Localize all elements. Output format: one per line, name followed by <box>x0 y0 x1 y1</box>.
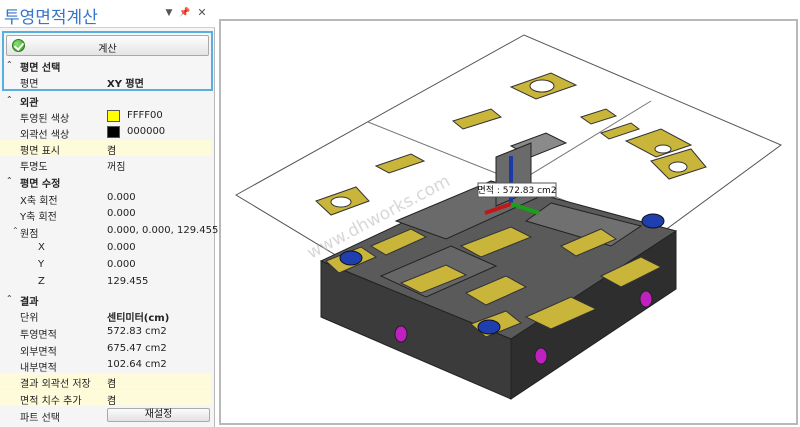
save-outline-value[interactable]: 켬 <box>107 375 116 390</box>
origin-x-value[interactable]: 0.000 <box>107 242 136 253</box>
collapse-icon[interactable]: ⌃ <box>6 60 13 69</box>
row-origin-x[interactable]: X 0.000 <box>0 240 211 256</box>
row-origin-z[interactable]: Z 129.455 <box>0 274 211 290</box>
floating-plate-hole <box>654 144 672 154</box>
row-label: 원점 <box>20 229 39 240</box>
origin-y-value[interactable]: 0.000 <box>107 259 136 270</box>
projected-area-value: 572.83 cm2 <box>107 326 167 337</box>
transparency-value[interactable]: 꺼짐 <box>107 158 125 173</box>
mold-model-scene[interactable]: 면적 : 572.83 cm2 www.dhworks.com <box>221 21 796 423</box>
row-label: 투영된 색상 <box>20 114 70 125</box>
add-dimension-value[interactable]: 켬 <box>107 392 116 407</box>
section-label: 외관 <box>20 98 39 109</box>
area-label: 면적 : 572.83 cm2 <box>477 184 556 196</box>
floating-plate <box>374 153 426 174</box>
row-transparency[interactable]: 투명도 꺼짐 <box>0 156 211 173</box>
magenta-hole <box>639 290 653 308</box>
pin-icon[interactable]: 📌 <box>179 8 191 18</box>
section-plane-select[interactable]: ⌃ 평면 선택 <box>0 57 211 74</box>
collapse-icon[interactable]: ⌃ <box>6 294 13 303</box>
dropdown-icon[interactable]: ▼ <box>163 8 175 18</box>
row-x-rotation[interactable]: X축 회전 0.000 <box>0 190 211 207</box>
section-label: 평면 수정 <box>20 179 61 190</box>
row-inner-area: 내부면적 102.64 cm2 <box>0 357 211 374</box>
section-label: 결과 <box>20 297 39 308</box>
row-label: 결과 외곽선 저장 <box>20 379 91 390</box>
collapse-icon[interactable]: ⌃ <box>6 95 13 104</box>
projected-color-value: FFFF00 <box>127 110 163 121</box>
collapse-icon[interactable]: ⌃ <box>12 226 19 235</box>
origin-z-value[interactable]: 129.455 <box>107 276 148 287</box>
x-rotation-value[interactable]: 0.000 <box>107 192 136 203</box>
row-label: Z <box>38 276 45 287</box>
row-label: 평면 표시 <box>20 146 60 157</box>
row-unit[interactable]: 단위 센티미터(cm) <box>0 307 211 324</box>
row-outer-area: 외부면적 675.47 cm2 <box>0 341 211 358</box>
origin-value[interactable]: 0.000, 0.000, 129.455 <box>107 225 218 236</box>
row-plane-display[interactable]: 평면 표시 켬 <box>0 140 211 157</box>
y-rotation-value[interactable]: 0.000 <box>107 208 136 219</box>
floating-plate-hole <box>529 79 555 93</box>
row-label: Y <box>38 259 45 270</box>
row-y-rotation[interactable]: Y축 회전 0.000 <box>0 206 211 223</box>
section-plane-edit[interactable]: ⌃ 평면 수정 <box>0 173 211 190</box>
row-label: X <box>38 242 45 253</box>
blue-hole <box>641 213 665 229</box>
3d-viewport[interactable]: 면적 : 572.83 cm2 www.dhworks.com <box>219 19 798 425</box>
calculate-button[interactable]: 계산 <box>6 35 209 56</box>
row-label: 평면 <box>20 79 39 90</box>
magenta-hole <box>534 347 548 365</box>
floating-plate-hole <box>668 161 688 173</box>
floating-plate-hole <box>330 196 352 208</box>
row-plane[interactable]: 평면 XY 평면 <box>0 73 211 90</box>
calculate-button-label: 계산 <box>98 44 117 55</box>
reset-button[interactable]: 재설정 <box>107 408 210 422</box>
row-part-select[interactable]: 파트 선택 재설정 <box>0 407 211 424</box>
inner-area-value: 102.64 cm2 <box>107 359 167 370</box>
row-outline-color[interactable]: 외곽선 색상 000000 <box>0 124 211 141</box>
outline-color-value: 000000 <box>127 126 166 137</box>
row-label: 파트 선택 <box>20 413 60 424</box>
row-label: 면적 치수 추가 <box>20 396 82 407</box>
row-label: 외부면적 <box>20 347 57 358</box>
floating-plate <box>599 122 641 140</box>
section-result[interactable]: ⌃ 결과 <box>0 291 211 308</box>
outline-color-swatch[interactable] <box>107 126 120 138</box>
magenta-hole <box>394 325 408 343</box>
row-label: 단위 <box>20 313 39 324</box>
projected-color-swatch[interactable] <box>107 110 120 122</box>
plane-display-value[interactable]: 켬 <box>107 142 116 157</box>
row-label: 외곽선 색상 <box>20 130 70 141</box>
row-label: 내부면적 <box>20 363 57 374</box>
row-projected-area: 투영면적 572.83 cm2 <box>0 324 211 341</box>
unit-value[interactable]: 센티미터(cm) <box>107 309 169 324</box>
floating-plate <box>579 108 618 125</box>
section-label: 평면 선택 <box>20 63 61 74</box>
row-label: 투영면적 <box>20 330 57 341</box>
plane-value[interactable]: XY 평면 <box>107 75 144 90</box>
row-label: Y축 회전 <box>20 212 57 223</box>
row-label: 투명도 <box>20 162 48 173</box>
collapse-icon[interactable]: ⌃ <box>6 176 13 185</box>
row-origin[interactable]: ⌃ 원점 0.000, 0.000, 129.455 <box>0 223 218 240</box>
panel-title-bar: 투영면적계산 ▼ 📌 ✕ <box>0 0 215 28</box>
blue-hole <box>477 319 501 335</box>
row-projected-color[interactable]: 투영된 색상 FFFF00 <box>0 108 211 125</box>
floating-plate <box>451 108 503 130</box>
outer-area-value: 675.47 cm2 <box>107 343 167 354</box>
panel-title: 투영면적계산 <box>4 8 98 28</box>
section-appearance[interactable]: ⌃ 외관 <box>0 92 211 109</box>
row-origin-y[interactable]: Y 0.000 <box>0 257 211 273</box>
row-add-dimension[interactable]: 면적 치수 추가 켬 <box>0 390 211 407</box>
close-icon[interactable]: ✕ <box>196 6 208 19</box>
row-label: X축 회전 <box>20 196 58 207</box>
row-save-outline[interactable]: 결과 외곽선 저장 켬 <box>0 373 211 390</box>
projected-area-panel: 투영면적계산 ▼ 📌 ✕ 계산 ⌃ 평면 선택 평면 XY 평면 ⌃ 외관 투영… <box>0 0 218 427</box>
blue-hole <box>339 250 363 266</box>
